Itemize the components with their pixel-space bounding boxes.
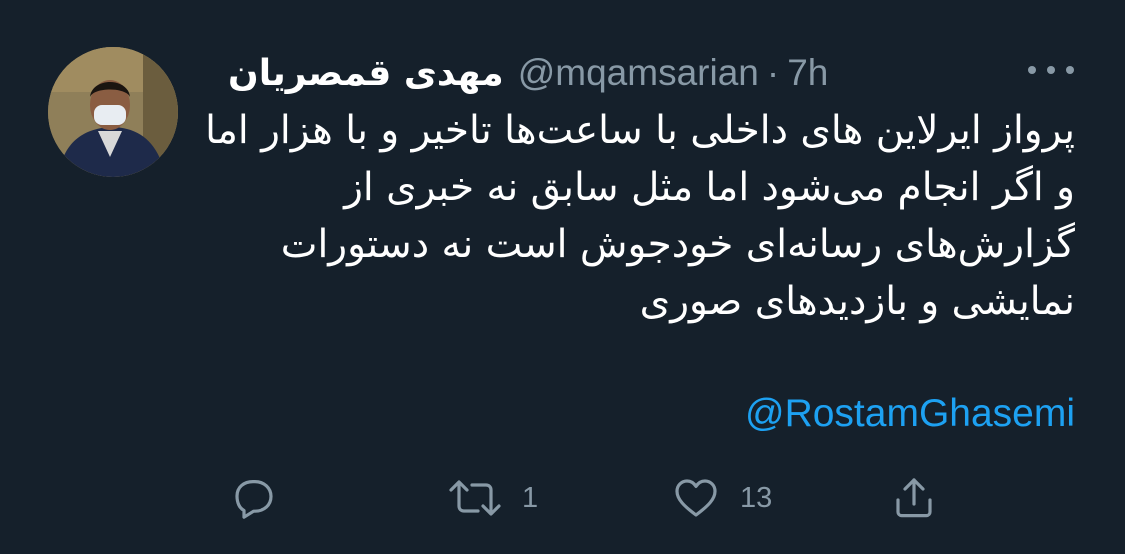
timestamp[interactable]: 7h	[787, 52, 828, 94]
share-icon	[890, 474, 938, 522]
dot	[1028, 66, 1036, 74]
avatar[interactable]	[48, 47, 178, 177]
heart-icon	[672, 474, 720, 522]
reply-button[interactable]	[230, 468, 278, 528]
more-options-icon[interactable]	[1028, 58, 1074, 82]
like-button[interactable]: 13	[672, 468, 772, 528]
tweet-card: مهدی قمصریان @mqamsarian · 7h پرواز ایرل…	[0, 0, 1125, 554]
retweet-button[interactable]: 1	[448, 468, 538, 528]
mention-link[interactable]: @RostamGhasemi	[745, 392, 1075, 436]
tweet-header: مهدی قمصریان @mqamsarian · 7h	[228, 48, 828, 98]
dot	[1047, 66, 1055, 74]
like-count: 13	[740, 481, 773, 514]
separator-dot: ·	[766, 52, 780, 93]
retweet-count: 1	[522, 481, 539, 514]
share-button[interactable]	[890, 468, 938, 528]
tweet-text: پرواز ایرلاین های داخلی با ساعت‌ها تاخیر…	[205, 108, 1075, 324]
dot	[1066, 66, 1074, 74]
avatar-image	[48, 47, 178, 177]
author-name[interactable]: مهدی قمصریان	[228, 53, 504, 94]
tweet-actions: 1 13	[0, 468, 1125, 528]
retweet-icon	[448, 474, 502, 522]
reply-icon	[230, 474, 278, 522]
author-handle[interactable]: @mqamsarian	[518, 52, 759, 94]
